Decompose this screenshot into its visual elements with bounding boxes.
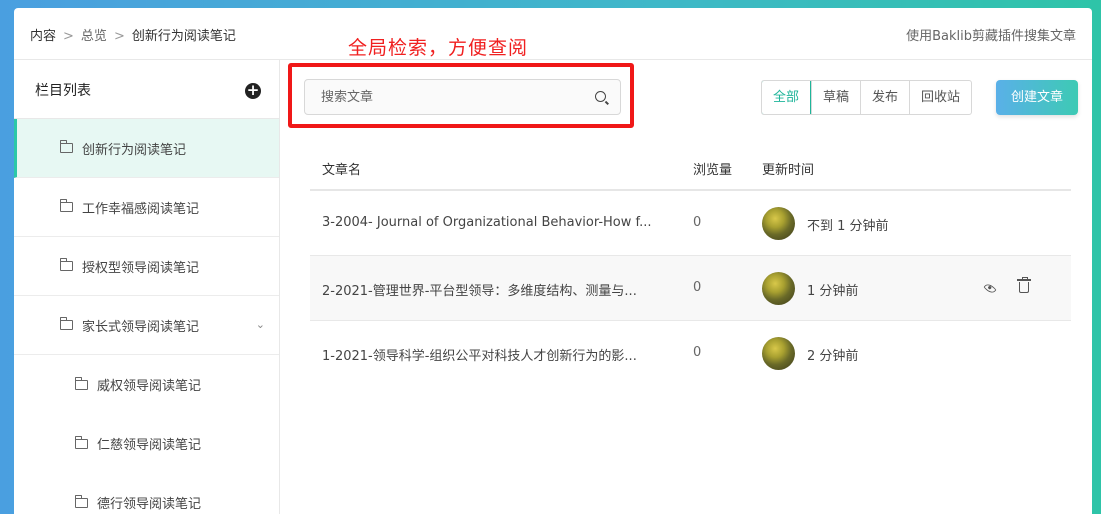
sidebar-item-innovation[interactable]: 创新行为阅读笔记 [14,119,279,178]
update-time: 不到 1 分钟前 [807,219,889,234]
article-title[interactable]: 1-2021-领导科学-组织公平对科技人才创新行为的影... [322,345,682,364]
search-box [304,79,621,115]
view-count: 0 [693,280,702,295]
breadcrumb-content[interactable]: 内容 [30,29,56,44]
sidebar-item-label: 仁慈领导阅读笔记 [97,438,202,453]
breadcrumb-overview[interactable]: 总览 [81,29,107,44]
add-column-icon[interactable]: + [245,83,261,99]
sidebar-item-empowering[interactable]: 授权型领导阅读笔记 [14,237,279,296]
sidebar-item-label: 德行领导阅读笔记 [97,497,202,512]
sidebar-item-label: 威权领导阅读笔记 [97,379,202,394]
sidebar-item-label: 创新行为阅读笔记 [82,142,187,158]
folder-icon [75,435,88,449]
breadcrumb-separator: > [113,29,125,44]
article-title[interactable]: 3-2004- Journal of Organizational Behavi… [322,215,682,230]
table-row[interactable]: 2-2021-管理世界-平台型领导：多维度结构、测量与... 0 1 分钟前 [310,256,1071,321]
search-input[interactable] [305,80,575,114]
column-header-updated: 更新时间 [762,163,815,178]
filter-draft[interactable]: 草稿 [811,81,860,114]
status-filter: 全部 草稿 发布 回收站 [761,80,973,115]
sidebar-item-label: 授权型领导阅读笔记 [82,260,200,276]
sidebar: 栏目列表 + 创新行为阅读笔记 工作幸福感阅读笔记 授权型领导阅读笔记 家长式领… [14,60,280,514]
sidebar-item-authoritarian[interactable]: 威权领导阅读笔记 [14,355,279,414]
avatar [762,337,795,370]
avatar [762,207,795,240]
folder-icon [75,494,88,508]
view-count: 0 [693,345,702,360]
sidebar-item-paternalistic[interactable]: 家长式领导阅读笔记 ⌄ [14,296,279,355]
breadcrumb-current: 创新行为阅读笔记 [131,29,236,44]
article-title[interactable]: 2-2021-管理世界-平台型领导：多维度结构、测量与... [322,280,682,299]
filter-published[interactable]: 发布 [860,81,909,114]
sidebar-item-benevolent[interactable]: 仁慈领导阅读笔记 [14,414,279,473]
sidebar-item-label: 家长式领导阅读笔记 [82,319,200,335]
avatar [762,272,795,305]
sidebar-item-moral[interactable]: 德行领导阅读笔记 [14,473,279,514]
table-row[interactable]: 1-2021-领导科学-组织公平对科技人才创新行为的影... 0 2 分钟前 [310,321,1071,386]
column-header-name: 文章名 [322,163,362,178]
column-header-views: 浏览量 [693,163,733,178]
breadcrumb-separator: > [63,29,74,44]
plugin-link[interactable]: 使用Baklib剪藏插件搜集文章 [906,25,1076,44]
create-article-button[interactable]: 创建文章 [996,80,1078,115]
sidebar-title: 栏目列表 [35,83,91,99]
folder-icon [60,199,73,212]
folder-icon [60,317,73,330]
update-time: 1 分钟前 [807,284,859,299]
update-time: 2 分钟前 [807,349,859,364]
search-icon[interactable] [595,91,606,102]
filter-trash[interactable]: 回收站 [909,81,971,114]
table-row[interactable]: 3-2004- Journal of Organizational Behavi… [310,191,1071,256]
sidebar-header: 栏目列表 + [14,60,279,119]
view-count: 0 [693,215,702,230]
breadcrumb: 内容 > 总览 > 创新行为阅读笔记 [30,25,236,44]
article-table: 文章名 浏览量 更新时间 3-2004- Journal of Organiza… [310,144,1071,386]
eye-icon[interactable] [983,281,997,296]
sidebar-item-wellbeing[interactable]: 工作幸福感阅读笔记 [14,178,279,237]
main-card: 内容 > 总览 > 创新行为阅读笔记 全局检索，方便查阅 使用Baklib剪藏插件搜集文… [14,8,1092,514]
filter-all[interactable]: 全部 [762,81,812,114]
sidebar-item-label: 工作幸福感阅读笔记 [82,201,200,217]
table-header: 文章名 浏览量 更新时间 [310,144,1071,191]
folder-icon [60,140,73,153]
folder-icon [60,258,73,271]
annotation-text: 全局检索，方便查阅 [348,37,529,59]
chevron-down-icon[interactable]: ⌄ [256,318,265,331]
folder-icon [75,376,88,390]
trash-icon[interactable] [1017,277,1031,293]
topbar: 内容 > 总览 > 创新行为阅读笔记 全局检索，方便查阅 使用Baklib剪藏插件搜集文… [14,8,1092,60]
